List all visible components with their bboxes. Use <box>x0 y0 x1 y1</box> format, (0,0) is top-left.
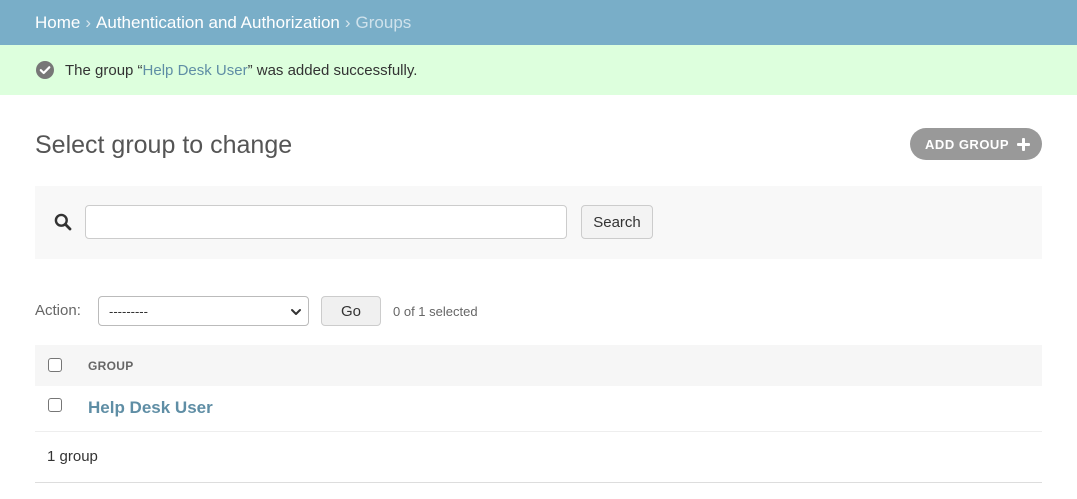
table-row: Help Desk User <box>35 386 1042 432</box>
search-button[interactable]: Search <box>581 205 653 239</box>
group-link[interactable]: Help Desk User <box>88 398 213 418</box>
message-group-link[interactable]: Help Desk User <box>143 62 248 79</box>
message-prefix: The group “ <box>65 61 143 79</box>
action-bar: Action: --------- Go 0 of 1 selected <box>35 296 635 326</box>
column-header-group[interactable]: GROUP <box>88 359 134 373</box>
paginator: 1 group <box>35 432 1042 483</box>
breadcrumb-separator: › <box>85 12 92 32</box>
breadcrumb-current: Groups <box>355 12 412 32</box>
plus-icon <box>1017 137 1030 151</box>
row-checkbox[interactable] <box>48 398 62 412</box>
add-group-button[interactable]: ADD GROUP <box>910 128 1042 160</box>
message-suffix: ” was added successfully. <box>247 61 418 79</box>
page-title: Select group to change <box>35 131 293 159</box>
result-count: 1 group <box>47 448 98 465</box>
action-selected-option: --------- <box>109 303 148 319</box>
breadcrumb-app-link[interactable]: Authentication and Authorization <box>96 13 340 33</box>
add-group-label: ADD GROUP <box>925 136 1009 152</box>
action-label: Action: <box>35 302 81 319</box>
search-icon <box>54 213 72 231</box>
select-all-checkbox[interactable] <box>48 358 62 372</box>
action-select[interactable]: --------- <box>98 296 309 326</box>
search-input[interactable] <box>85 205 567 239</box>
results-table: GROUP Help Desk User 1 group <box>35 345 1042 483</box>
chevron-down-icon <box>291 309 301 315</box>
breadcrumb: Home › Authentication and Authorization … <box>0 0 1077 45</box>
breadcrumb-separator: › <box>344 12 351 32</box>
success-message: The group “Help Desk User” was added suc… <box>0 45 1077 95</box>
table-header: GROUP <box>35 345 1042 386</box>
selection-counter: 0 of 1 selected <box>393 304 478 319</box>
go-button[interactable]: Go <box>321 296 381 326</box>
success-check-icon <box>36 61 54 79</box>
breadcrumb-home-link[interactable]: Home <box>35 13 80 33</box>
search-toolbar: Search <box>35 186 1042 259</box>
